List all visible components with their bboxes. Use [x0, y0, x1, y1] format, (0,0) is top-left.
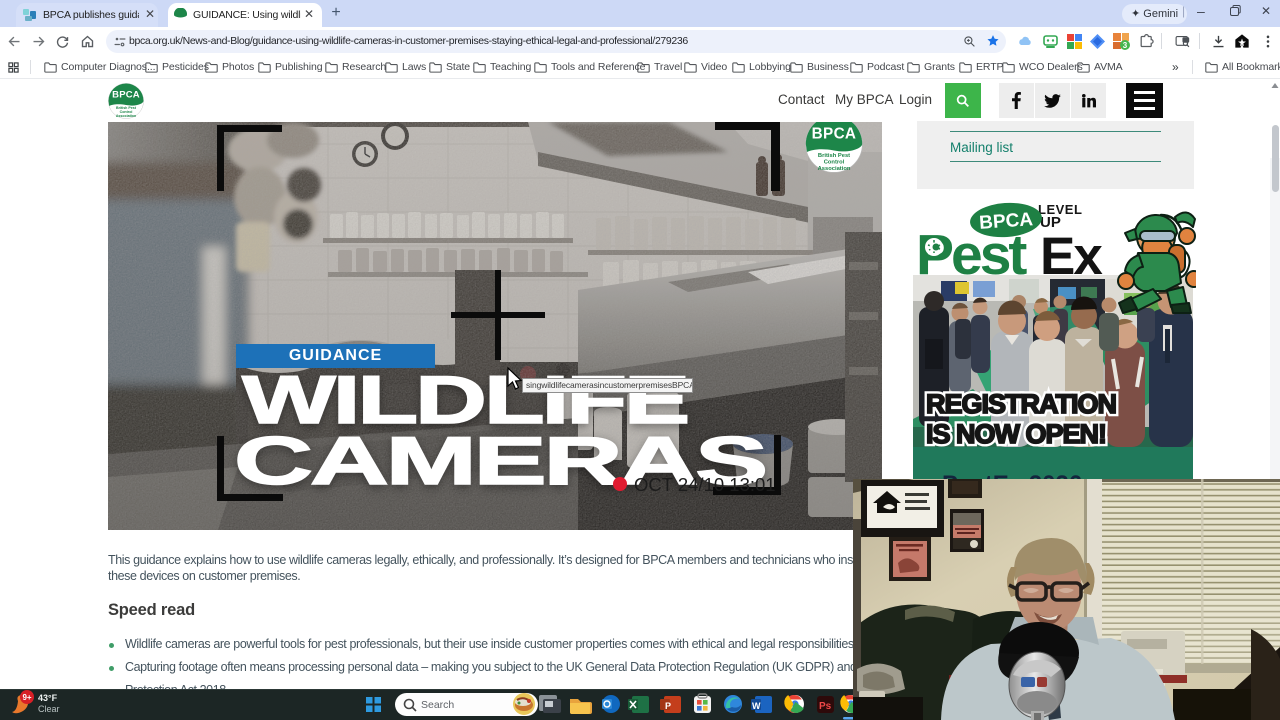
svg-text:Search: Search — [421, 699, 454, 711]
svg-text:Ps: Ps — [819, 701, 832, 712]
svg-text:Control: Control — [824, 159, 845, 165]
svg-text:W: W — [752, 701, 761, 711]
svg-text:9+: 9+ — [22, 693, 31, 702]
svg-text:3: 3 — [1123, 41, 1128, 50]
svg-text:43°F: 43°F — [38, 693, 58, 703]
svg-text:BPCA: BPCA — [112, 90, 140, 101]
svg-text:British Pest: British Pest — [818, 153, 850, 159]
svg-text:P: P — [665, 701, 671, 711]
svg-text:Clear: Clear — [38, 704, 60, 714]
svg-text:BPCA: BPCA — [812, 125, 857, 142]
svg-text:IS NOW OPEN!: IS NOW OPEN! — [926, 419, 1106, 449]
svg-text:REGISTRATION: REGISTRATION — [926, 389, 1116, 419]
svg-text:Association: Association — [116, 114, 136, 118]
svg-text:Association: Association — [818, 166, 851, 172]
